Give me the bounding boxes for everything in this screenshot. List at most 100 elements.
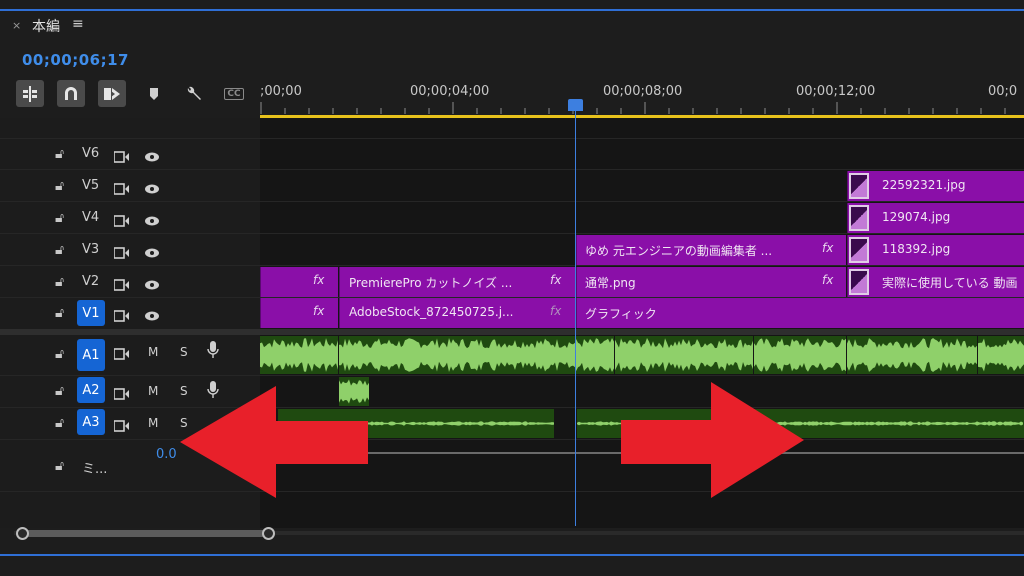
sync-lock-icon[interactable] xyxy=(113,180,130,199)
add-marker-icon[interactable] xyxy=(141,80,167,107)
sync-lock-icon[interactable] xyxy=(113,345,130,364)
clip-name: グラフィック xyxy=(585,307,657,321)
lock-icon[interactable]: 🔓︎ xyxy=(55,146,64,162)
ruler-label: 00;0 xyxy=(988,84,1018,99)
lock-icon[interactable]: 🔓︎ xyxy=(55,458,64,474)
playhead-line[interactable] xyxy=(575,108,576,526)
track-target-a3[interactable]: A3 xyxy=(77,409,105,435)
arrow-right-icon xyxy=(621,382,804,498)
row-divider xyxy=(0,407,1024,408)
clip-thumbnail xyxy=(849,205,869,231)
track-name-v5[interactable]: V5 xyxy=(82,178,99,193)
sequence-tab-title[interactable]: 本編 xyxy=(32,16,60,36)
fx-badge: fx xyxy=(550,304,562,318)
panel-bottom-border xyxy=(0,554,1024,556)
eye-icon[interactable] xyxy=(144,180,160,199)
eye-icon[interactable] xyxy=(144,212,160,231)
mute-button[interactable]: M xyxy=(148,416,158,430)
lock-icon[interactable]: 🔓︎ xyxy=(55,242,64,258)
scrollbar-thumb[interactable] xyxy=(22,530,268,537)
video-clip[interactable]: グラフィック xyxy=(576,298,1024,328)
sync-lock-icon[interactable] xyxy=(113,417,130,436)
lock-icon[interactable]: 🔓︎ xyxy=(55,305,64,321)
panel-menu-icon[interactable]: ≡ xyxy=(72,16,84,32)
eye-icon[interactable] xyxy=(144,244,160,263)
snap-magnet-icon[interactable] xyxy=(57,80,85,107)
fx-badge: fx xyxy=(822,241,834,255)
clip-name: 129074.jpg xyxy=(882,210,951,224)
microphone-icon[interactable] xyxy=(207,341,219,363)
audio-clip[interactable] xyxy=(615,336,753,374)
lock-icon[interactable]: 🔓︎ xyxy=(55,274,64,290)
track-target-a1[interactable]: A1 xyxy=(77,339,105,371)
video-clip[interactable]: 22592321.jpg xyxy=(847,171,1024,201)
video-clip[interactable]: PremierePro カットノイズ ... fx xyxy=(339,267,575,297)
track-target-a2[interactable]: A2 xyxy=(77,377,105,403)
audio-clip[interactable] xyxy=(576,336,614,374)
linked-selection-icon[interactable] xyxy=(98,80,126,107)
waveform xyxy=(576,338,614,372)
video-clip[interactable]: fx xyxy=(260,298,338,328)
audio-clip[interactable] xyxy=(847,336,977,374)
lock-icon[interactable]: 🔓︎ xyxy=(55,346,64,362)
lock-icon[interactable]: 🔓︎ xyxy=(55,210,64,226)
eye-icon[interactable] xyxy=(144,307,160,326)
sync-lock-icon[interactable] xyxy=(113,148,130,167)
mute-button[interactable]: M xyxy=(148,384,158,398)
sync-lock-icon[interactable] xyxy=(113,212,130,231)
waveform xyxy=(847,338,977,372)
clip-name: AdobeStock_872450725.j... xyxy=(349,305,514,319)
audio-clip[interactable] xyxy=(978,336,1024,374)
lock-icon[interactable]: 🔓︎ xyxy=(55,383,64,399)
solo-button[interactable]: S xyxy=(180,345,188,359)
clip-name: 22592321.jpg xyxy=(882,178,966,192)
waveform xyxy=(260,338,338,372)
video-clip[interactable]: AdobeStock_872450725.j... fx xyxy=(339,298,575,328)
eye-icon[interactable] xyxy=(144,148,160,167)
lock-icon[interactable]: 🔓︎ xyxy=(55,178,64,194)
track-name-v6[interactable]: V6 xyxy=(82,146,99,161)
scroll-handle-right[interactable] xyxy=(262,527,275,540)
mix-track-name[interactable]: ミ... xyxy=(82,458,107,477)
clip-thumbnail xyxy=(849,237,869,263)
captions-icon[interactable]: CC xyxy=(221,80,247,107)
eye-icon[interactable] xyxy=(144,276,160,295)
mix-volume-value[interactable]: 0.0 xyxy=(156,447,177,462)
ruler-label: 00;00;08;00 xyxy=(603,84,683,99)
track-name-v4[interactable]: V4 xyxy=(82,210,99,225)
video-clip[interactable]: ゆめ 元エンジニアの動画編集者 ... fx xyxy=(576,235,846,265)
wrench-settings-icon[interactable] xyxy=(181,80,207,107)
fx-badge: fx xyxy=(550,273,562,287)
video-clip[interactable]: 129074.jpg xyxy=(847,203,1024,233)
audio-clip[interactable] xyxy=(754,336,846,374)
video-clip[interactable]: 実際に使用している 動画 xyxy=(847,267,1024,297)
track-name-v2[interactable]: V2 xyxy=(82,274,99,289)
ruler-label: ;00;00 xyxy=(260,84,302,99)
scroll-handle-left[interactable] xyxy=(16,527,29,540)
playhead-timecode[interactable]: 00;00;06;17 xyxy=(22,51,129,69)
close-panel-icon[interactable]: × xyxy=(12,19,21,32)
audio-clip[interactable] xyxy=(260,336,338,374)
sync-lock-icon[interactable] xyxy=(113,385,130,404)
fx-badge: fx xyxy=(313,304,325,318)
video-clip[interactable]: fx xyxy=(260,267,338,297)
clip-name: 実際に使用している 動画 xyxy=(882,276,1018,290)
row-divider xyxy=(0,439,1024,440)
lock-icon[interactable]: 🔓︎ xyxy=(55,415,64,431)
insert-sequence-icon[interactable] xyxy=(16,80,44,107)
video-audio-divider[interactable] xyxy=(0,329,1024,335)
track-target-v1[interactable]: V1 xyxy=(77,300,105,326)
video-clip[interactable]: 118392.jpg xyxy=(847,235,1024,265)
audio-clip[interactable] xyxy=(339,336,575,374)
sync-lock-icon[interactable] xyxy=(113,307,130,326)
mute-button[interactable]: M xyxy=(148,345,158,359)
sync-lock-icon[interactable] xyxy=(113,276,130,295)
video-clip[interactable]: 通常.png fx xyxy=(576,267,846,297)
ruler-label: 00;00;12;00 xyxy=(796,84,876,99)
waveform xyxy=(978,338,1024,372)
horizontal-scrollbar[interactable] xyxy=(14,525,1024,541)
row-divider xyxy=(0,375,1024,376)
sync-lock-icon[interactable] xyxy=(113,244,130,263)
row-divider xyxy=(0,265,1024,266)
track-name-v3[interactable]: V3 xyxy=(82,242,99,257)
